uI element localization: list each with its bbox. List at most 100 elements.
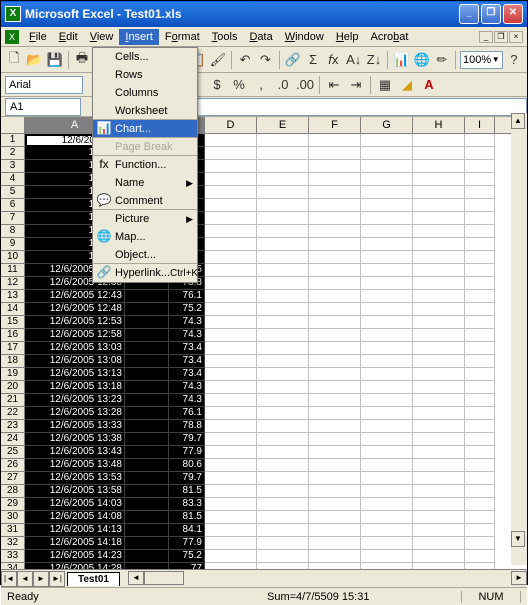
row-header[interactable]: 32 [1, 537, 25, 550]
cell[interactable] [465, 550, 495, 563]
cell[interactable] [125, 459, 169, 472]
cell[interactable] [413, 433, 465, 446]
scroll-thumb[interactable] [144, 571, 184, 585]
cell[interactable]: 74.3 [169, 329, 205, 342]
row-header[interactable]: 7 [1, 212, 25, 225]
insert-menu-map[interactable]: 🌐Map... [93, 228, 197, 246]
cell[interactable] [361, 485, 413, 498]
cell[interactable] [465, 459, 495, 472]
cell[interactable] [465, 264, 495, 277]
insert-menu-rows[interactable]: Rows [93, 66, 197, 84]
cell[interactable] [125, 381, 169, 394]
cell[interactable] [257, 186, 309, 199]
row-header[interactable]: 19 [1, 368, 25, 381]
cell[interactable] [361, 303, 413, 316]
row-header[interactable]: 1 [1, 134, 25, 147]
insert-menu-worksheet[interactable]: Worksheet [93, 102, 197, 120]
cell[interactable] [257, 459, 309, 472]
cell[interactable]: 77 [169, 563, 205, 569]
row-header[interactable]: 24 [1, 433, 25, 446]
cell[interactable] [309, 550, 361, 563]
cell[interactable] [205, 433, 257, 446]
new-button[interactable]: 🗋 [5, 50, 23, 70]
cell[interactable]: 12/6/2005 13:53 [25, 472, 125, 485]
cell[interactable]: 12/6/2005 13:33 [25, 420, 125, 433]
cell[interactable] [309, 472, 361, 485]
tab-next-button[interactable]: ► [33, 571, 49, 587]
cell[interactable] [125, 316, 169, 329]
cell[interactable] [465, 160, 495, 173]
cell[interactable] [309, 199, 361, 212]
cell[interactable] [465, 433, 495, 446]
cell[interactable]: 77.9 [169, 537, 205, 550]
cell[interactable] [205, 173, 257, 186]
save-button[interactable]: 💾 [46, 50, 64, 70]
menu-help[interactable]: Help [330, 29, 365, 45]
row-header[interactable]: 29 [1, 498, 25, 511]
cell[interactable] [361, 316, 413, 329]
cell[interactable] [413, 160, 465, 173]
cell[interactable] [413, 355, 465, 368]
currency-button[interactable]: $ [207, 75, 227, 95]
cell[interactable] [309, 173, 361, 186]
tab-first-button[interactable]: |◄ [1, 571, 17, 587]
sort-asc-button[interactable]: A↓ [345, 50, 363, 70]
column-header-F[interactable]: F [309, 117, 361, 133]
cell[interactable]: 75.2 [169, 303, 205, 316]
font-selector[interactable]: Arial [5, 76, 83, 94]
cell[interactable]: 12/6/2005 13:48 [25, 459, 125, 472]
cell[interactable]: 76.1 [169, 290, 205, 303]
cell[interactable] [465, 524, 495, 537]
cell[interactable] [465, 394, 495, 407]
cell[interactable] [413, 511, 465, 524]
row-header[interactable]: 11 [1, 264, 25, 277]
cell[interactable]: 12/6/2005 14:18 [25, 537, 125, 550]
row-header[interactable]: 34 [1, 563, 25, 569]
cell[interactable] [309, 212, 361, 225]
tab-last-button[interactable]: ►| [49, 571, 65, 587]
cell[interactable] [205, 485, 257, 498]
cell[interactable] [205, 394, 257, 407]
cell[interactable] [205, 277, 257, 290]
scroll-right-button[interactable]: ► [511, 571, 527, 585]
cell[interactable] [413, 368, 465, 381]
scroll-up-button[interactable]: ▲ [511, 113, 525, 129]
cell[interactable]: 12/6/2005 14:08 [25, 511, 125, 524]
cell[interactable] [465, 134, 495, 147]
cell[interactable] [257, 420, 309, 433]
comma-button[interactable]: , [251, 75, 271, 95]
cell[interactable] [465, 329, 495, 342]
cell[interactable] [257, 368, 309, 381]
insert-menu-chart[interactable]: 📊Chart... [93, 120, 197, 138]
redo-button[interactable]: ↷ [256, 50, 274, 70]
row-header[interactable]: 25 [1, 446, 25, 459]
cell[interactable] [413, 459, 465, 472]
cell[interactable] [257, 537, 309, 550]
cell[interactable] [465, 368, 495, 381]
help-button[interactable]: ? [505, 50, 523, 70]
cell[interactable] [257, 303, 309, 316]
cell[interactable]: 74.3 [169, 381, 205, 394]
chart-wizard-button[interactable]: 📊 [392, 50, 410, 70]
cell[interactable] [465, 316, 495, 329]
menu-file[interactable]: File [23, 29, 53, 45]
column-header-D[interactable]: D [205, 117, 257, 133]
cell[interactable] [257, 316, 309, 329]
cell[interactable] [361, 186, 413, 199]
cell[interactable] [361, 329, 413, 342]
cell[interactable] [465, 498, 495, 511]
cell[interactable] [465, 563, 495, 569]
cell[interactable] [413, 485, 465, 498]
cell[interactable] [361, 498, 413, 511]
cell[interactable] [125, 485, 169, 498]
cell[interactable] [413, 329, 465, 342]
cell[interactable] [309, 160, 361, 173]
cell[interactable] [465, 303, 495, 316]
cell[interactable] [465, 238, 495, 251]
cell[interactable] [361, 342, 413, 355]
cell[interactable] [257, 446, 309, 459]
cell[interactable] [309, 368, 361, 381]
insert-menu-comment[interactable]: 💬Comment [93, 192, 197, 210]
cell[interactable] [361, 147, 413, 160]
row-header[interactable]: 6 [1, 199, 25, 212]
